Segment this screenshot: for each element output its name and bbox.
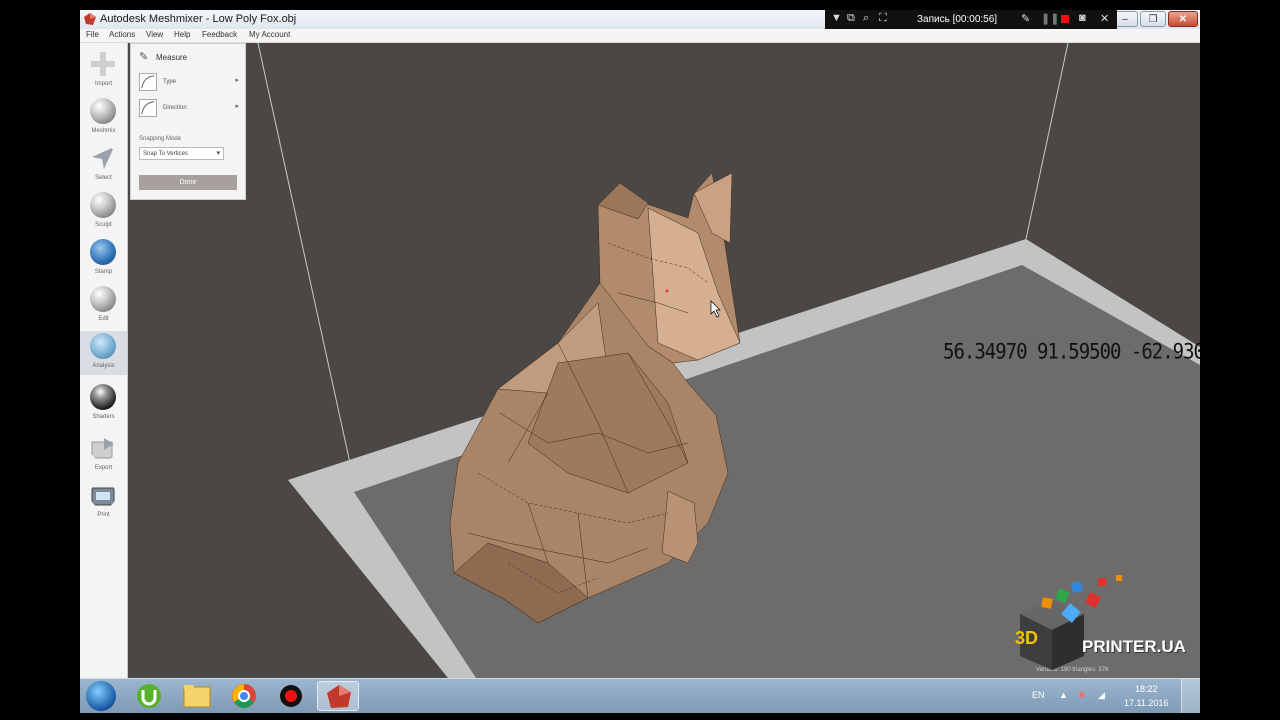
- export-icon: [91, 438, 114, 459]
- snapping-mode-value: Snap To Vertices: [143, 151, 188, 157]
- tool-export[interactable]: Export: [80, 433, 127, 477]
- sculpt-brush-icon: [90, 192, 116, 218]
- direction-option[interactable]: Direction ▸: [139, 99, 239, 119]
- panel-title: Measure: [156, 53, 188, 62]
- tool-sidebar: Import Meshmix Select Sculpt Stamp Edit …: [80, 43, 128, 678]
- taskbar-chrome[interactable]: [223, 681, 265, 711]
- tool-select[interactable]: Select: [80, 143, 127, 187]
- menu-help[interactable]: Help: [174, 30, 190, 39]
- snapping-mode-label: Snapping Mode: [139, 136, 182, 142]
- type-curve-icon: [139, 73, 157, 91]
- chrome-icon: [232, 684, 256, 708]
- recorder-close-icon[interactable]: ✕: [1100, 12, 1109, 25]
- tool-sculpt[interactable]: Sculpt: [80, 190, 127, 234]
- plus-icon: [91, 52, 115, 76]
- camera-icon[interactable]: ◙: [1079, 12, 1086, 24]
- tool-analysis[interactable]: Analysis: [80, 331, 127, 375]
- measure-point: [665, 289, 669, 293]
- taskbar-meshmixer[interactable]: [317, 681, 359, 711]
- chevron-right-icon: ▸: [235, 77, 239, 84]
- chevron-right-icon: ▸: [235, 103, 239, 110]
- pencil-icon: ✎: [139, 51, 149, 63]
- network-icon[interactable]: ✖: [1078, 690, 1086, 701]
- zoom-icon[interactable]: ⌕: [863, 12, 869, 25]
- window-title: Autodesk Meshmixer - Low Poly Fox.obj: [100, 13, 297, 25]
- close-button[interactable]: ✕: [1168, 11, 1198, 27]
- tool-shaders[interactable]: Shaders: [80, 382, 127, 426]
- taskbar-explorer[interactable]: [176, 681, 218, 711]
- menu-actions[interactable]: Actions: [109, 30, 135, 39]
- tool-edit[interactable]: Edit: [80, 284, 127, 328]
- screen-recorder-bar: ▼ ⧉ ⌕ ⛶ Запись [00:00:56] ✎ ❚❚ ◙ ✕: [825, 10, 1117, 29]
- windows-icon[interactable]: ⧉: [847, 12, 855, 25]
- pause-icon[interactable]: ❚❚: [1041, 12, 1059, 25]
- volume-icon[interactable]: ◢: [1098, 690, 1105, 701]
- clock-time[interactable]: 18:22: [1135, 684, 1158, 694]
- analysis-icon: [90, 333, 116, 359]
- restore-button[interactable]: ❐: [1140, 11, 1166, 27]
- recorder-icon: [280, 685, 302, 707]
- tool-import[interactable]: Import: [80, 49, 127, 93]
- menu-file[interactable]: File: [86, 30, 99, 39]
- stamp-icon: [90, 239, 116, 265]
- tool-print[interactable]: Print: [80, 480, 127, 524]
- pen-icon[interactable]: ✎: [1021, 12, 1030, 25]
- start-button[interactable]: [86, 681, 116, 711]
- measure-panel: ✎ Measure Type ▸ Direction ▸ Snapping Mo…: [130, 43, 246, 200]
- tool-stamp[interactable]: Stamp: [80, 237, 127, 281]
- menu-view[interactable]: View: [146, 30, 163, 39]
- coordinate-readout: 56.34970 91.59500 -62.9307: [943, 339, 1200, 365]
- shaders-icon: [90, 384, 116, 410]
- select-arrow-icon: [92, 147, 114, 169]
- recording-timer: Запись [00:00:56]: [917, 14, 998, 25]
- logo-printer-text: PRINTER.UA: [1082, 637, 1186, 656]
- taskbar-recorder[interactable]: [270, 681, 312, 711]
- chevron-down-icon: ▾: [216, 150, 220, 157]
- meshmixer-logo-icon: [84, 13, 96, 25]
- print-icon: [91, 487, 115, 506]
- fullscreen-icon[interactable]: ⛶: [879, 12, 887, 25]
- done-button[interactable]: Done: [139, 175, 237, 190]
- stop-icon[interactable]: [1061, 15, 1069, 23]
- dropdown-icon[interactable]: ▼: [831, 12, 842, 24]
- meshmixer-icon: [327, 685, 351, 708]
- window-controls: – ❐ ✕: [1112, 11, 1198, 28]
- meshmix-icon: [90, 98, 116, 124]
- menu-bar: File Actions View Help Feedback My Accou…: [80, 29, 1200, 43]
- windows-taskbar: EN ▲ ✖ ◢ 18:22 17.11.2016: [80, 678, 1200, 713]
- edit-icon: [90, 286, 116, 312]
- snapping-mode-select[interactable]: Snap To Vertices ▾: [139, 147, 224, 160]
- logo-3d-text: 3D: [1015, 628, 1039, 648]
- taskbar-utorrent[interactable]: [128, 681, 170, 711]
- clock-date[interactable]: 17.11.2016: [1124, 698, 1168, 708]
- show-desktop-button[interactable]: [1181, 679, 1200, 713]
- direction-curve-icon: [139, 99, 157, 117]
- type-option[interactable]: Type ▸: [139, 73, 239, 93]
- menu-my-account[interactable]: My Account: [249, 30, 290, 39]
- utorrent-icon: [137, 684, 161, 708]
- menu-feedback[interactable]: Feedback: [202, 30, 237, 39]
- tool-meshmix[interactable]: Meshmix: [80, 96, 127, 140]
- 3dprinter-logo: [1020, 575, 1122, 670]
- language-indicator[interactable]: EN: [1032, 690, 1045, 700]
- tray-expand-icon[interactable]: ▲: [1059, 690, 1068, 700]
- folder-icon: [183, 685, 211, 708]
